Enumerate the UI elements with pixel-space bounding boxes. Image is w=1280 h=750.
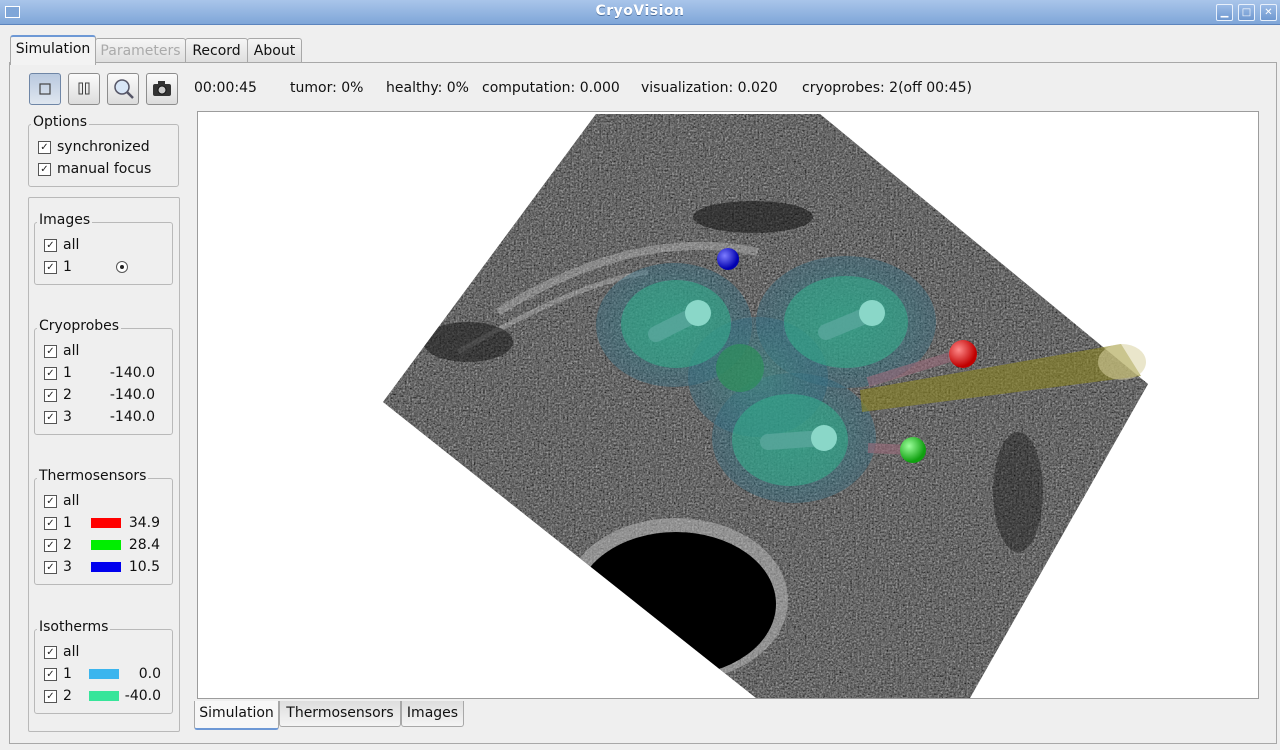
tab-about[interactable]: About	[247, 38, 302, 63]
thermosensor-item[interactable]: ✓ 2 28.4	[43, 535, 163, 555]
thermosensor-value: 10.5	[128, 559, 160, 575]
checkbox[interactable]: ✓	[44, 668, 57, 681]
thermosensor-item[interactable]: ✓ 3 10.5	[43, 557, 163, 577]
cryoprobe-item[interactable]: ✓ 2 -140.0	[43, 385, 163, 405]
thermosensor-value: 34.9	[128, 515, 160, 531]
checkbox[interactable]: ✓	[44, 411, 57, 424]
image-label: 1	[63, 259, 72, 275]
checkbox[interactable]: ✓	[38, 141, 51, 154]
cryoprobe-value: -140.0	[109, 409, 155, 425]
bottom-tab-thermosensors[interactable]: Thermosensors	[279, 701, 401, 727]
stop-button[interactable]	[29, 73, 61, 105]
checkbox[interactable]: ✓	[44, 539, 57, 552]
status-cryoprobes: cryoprobes: 2(off 00:45)	[802, 80, 973, 96]
status-visualization: visualization: 0.020	[641, 80, 778, 96]
all-label: all	[63, 644, 80, 660]
isotherm-value: -40.0	[124, 688, 161, 704]
checkbox[interactable]: ✓	[38, 163, 51, 176]
thermosensor-item[interactable]: ✓ 1 34.9	[43, 513, 163, 533]
cryoprobe-label: 3	[63, 409, 72, 425]
option-label: manual focus	[57, 161, 152, 177]
status-computation: computation: 0.000	[482, 80, 620, 96]
checkbox[interactable]: ✓	[44, 561, 57, 574]
pause-icon	[78, 82, 90, 95]
checkbox[interactable]: ✓	[44, 690, 57, 703]
cryoprobe-item[interactable]: ✓ 1 -140.0	[43, 363, 163, 383]
title-bar: CryoVision ▁ □ ✕	[0, 0, 1280, 25]
isotherm-label: 2	[63, 688, 72, 704]
cryoprobe-2-tip	[859, 300, 885, 326]
checkbox[interactable]: ✓	[44, 345, 57, 358]
status-healthy: healthy: 0%	[386, 80, 469, 96]
stop-icon	[39, 83, 51, 95]
pause-button[interactable]	[68, 73, 100, 105]
bottom-tab-simulation[interactable]: Simulation	[194, 701, 279, 730]
thermosensor-label: 3	[63, 559, 72, 575]
cryoprobe-label: 2	[63, 387, 72, 403]
isotherm-label: 1	[63, 666, 72, 682]
close-icon[interactable]: ✕	[1260, 4, 1277, 21]
zoom-icon	[114, 79, 134, 99]
thermosensors-title: Thermosensors	[37, 468, 149, 484]
images-item-1[interactable]: ✓ 1	[43, 257, 163, 277]
cryoprobe-value: -140.0	[109, 365, 155, 381]
status-tumor: tumor: 0%	[290, 80, 364, 96]
checkbox[interactable]: ✓	[44, 261, 57, 274]
images-title: Images	[37, 212, 93, 228]
cryoprobe-value: -140.0	[109, 387, 155, 403]
status-time: 00:00:45	[194, 80, 257, 96]
checkbox[interactable]: ✓	[44, 517, 57, 530]
cryoprobe-label: 1	[63, 365, 72, 381]
camera-button[interactable]	[146, 73, 178, 105]
options-title: Options	[31, 114, 90, 130]
tab-parameters: Parameters	[95, 38, 186, 63]
isotherm-value: 0.0	[138, 666, 161, 682]
tab-record[interactable]: Record	[185, 38, 248, 63]
all-label: all	[63, 493, 80, 509]
thermosensor-2-marker	[900, 437, 926, 463]
cryoprobes-title: Cryoprobes	[37, 318, 122, 334]
checkbox[interactable]: ✓	[44, 239, 57, 252]
maximize-icon[interactable]: □	[1238, 4, 1255, 21]
thermosensor-label: 1	[63, 515, 72, 531]
isotherm-item[interactable]: ✓ 1 0.0	[43, 664, 163, 684]
thermosensor-value: 28.4	[128, 537, 160, 553]
thermosensor-3-marker	[717, 248, 739, 270]
bottom-tab-images[interactable]: Images	[401, 701, 464, 727]
option-label: synchronized	[57, 139, 150, 155]
camera-icon	[153, 81, 171, 96]
zoom-button[interactable]	[107, 73, 139, 105]
thermosensor-1-marker	[949, 340, 977, 368]
isotherms-title: Isotherms	[37, 619, 111, 635]
all-label: all	[63, 343, 80, 359]
window-title: CryoVision	[595, 3, 685, 19]
cryoprobe-3-tip	[811, 425, 837, 451]
radio-button[interactable]	[116, 261, 128, 273]
thermosensor-label: 2	[63, 537, 72, 553]
checkbox[interactable]: ✓	[44, 495, 57, 508]
isotherm-item[interactable]: ✓ 2 -40.0	[43, 686, 163, 706]
checkbox[interactable]: ✓	[44, 389, 57, 402]
ultrasound-render	[383, 114, 1148, 698]
checkbox[interactable]: ✓	[44, 367, 57, 380]
simulation-viewport[interactable]	[197, 111, 1259, 699]
all-label: all	[63, 237, 80, 253]
cryoprobe-1-tip	[685, 300, 711, 326]
cryoprobe-item[interactable]: ✓ 3 -140.0	[43, 407, 163, 427]
checkbox[interactable]: ✓	[44, 646, 57, 659]
tab-simulation[interactable]: Simulation	[10, 35, 96, 65]
minimize-icon[interactable]: ▁	[1216, 4, 1233, 21]
